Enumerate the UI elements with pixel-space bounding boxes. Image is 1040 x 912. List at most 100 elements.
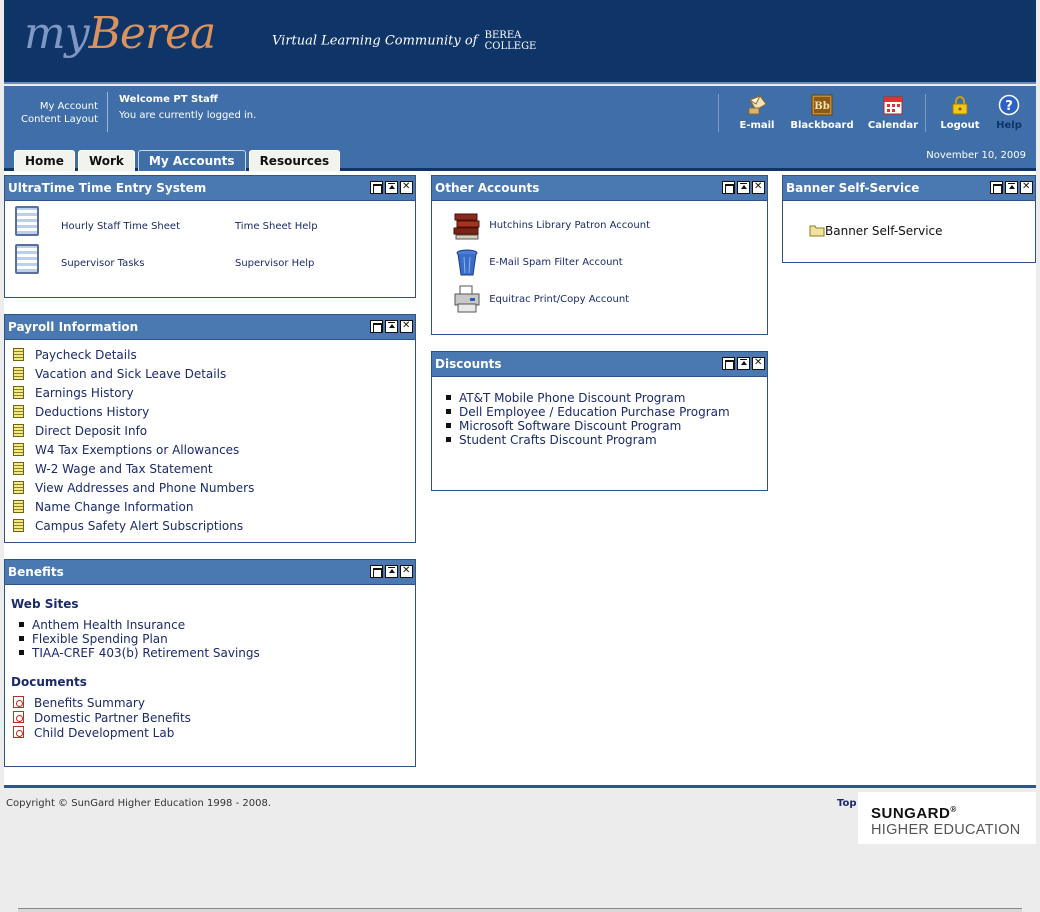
main-content: UltraTime Time Entry System Hourly Staff… [4,171,1036,785]
portlet-title: Discounts [435,357,502,371]
list-item: AT&T Mobile Phone Discount Program [446,391,767,405]
close-icon[interactable] [752,357,765,370]
portlet-controls [368,181,413,195]
payroll-link[interactable]: Paycheck Details [35,348,137,362]
maximize-icon[interactable] [385,320,398,333]
college-logo-line1: BEREA [484,30,522,41]
timesheet-help-link[interactable]: Time Sheet Help [235,221,318,232]
list-item: Equitrac Print/Copy Account [452,284,629,318]
tab-home[interactable]: Home [14,150,75,171]
mybrea-logo[interactable]: myBerea [24,8,217,59]
payroll-link[interactable]: Name Change Information [35,500,193,514]
hourly-timesheet-link[interactable]: Hourly Staff Time Sheet [61,221,180,232]
benefit-website-link[interactable]: Anthem Health Insurance [32,618,185,632]
benefit-document-link[interactable]: Domestic Partner Benefits [34,711,191,725]
footer-divider [4,785,1036,788]
maximize-icon[interactable] [385,565,398,578]
maximize-icon[interactable] [737,357,750,370]
help-link[interactable]: ? Help [993,92,1025,131]
list-item: W-2 Wage and Tax Statement [13,462,415,481]
portlet-title: Payroll Information [8,320,139,334]
list-item: Hutchins Library Patron Account [452,210,650,244]
payroll-link[interactable]: W-2 Wage and Tax Statement [35,462,213,476]
benefit-website-link[interactable]: Flexible Spending Plan [32,632,168,646]
spam-filter-account-link[interactable]: E-Mail Spam Filter Account [489,257,622,268]
list-item: Domestic Partner Benefits [13,711,415,726]
svg-text:Bb: Bb [814,101,829,112]
divider [718,94,719,132]
payroll-link[interactable]: Earnings History [35,386,134,400]
svg-text:?: ? [1005,99,1013,114]
portlet-controls [720,357,765,371]
minimize-icon[interactable] [370,181,383,194]
supervisor-help-link[interactable]: Supervisor Help [235,258,314,269]
library-account-link[interactable]: Hutchins Library Patron Account [489,220,650,231]
payroll-portlet: Payroll Information Paycheck Details Vac… [4,314,416,543]
discount-link[interactable]: Student Crafts Discount Program [459,433,657,447]
discount-link[interactable]: Microsoft Software Discount Program [459,419,681,433]
payroll-link[interactable]: W4 Tax Exemptions or Allowances [35,443,239,457]
payroll-link[interactable]: Campus Safety Alert Subscriptions [35,519,243,533]
back-to-top-link[interactable]: Top [837,798,857,809]
email-link[interactable]: E-mail [737,92,777,131]
pdf-icon [13,711,24,723]
divider [925,94,926,132]
tab-work[interactable]: Work [77,150,135,171]
college-logo-line2: COLLEGE [484,41,537,52]
benefit-document-link[interactable]: Child Development Lab [34,726,174,740]
tab-resources[interactable]: Resources [248,150,341,171]
payroll-link[interactable]: Deductions History [35,405,149,419]
list-item: Anthem Health Insurance [19,618,415,632]
supervisor-tasks-link[interactable]: Supervisor Tasks [61,258,144,269]
current-date: November 10, 2009 [926,150,1026,161]
my-account-link[interactable]: My Account [8,100,98,113]
minimize-icon[interactable] [370,320,383,333]
print-copy-account-link[interactable]: Equitrac Print/Copy Account [489,294,629,305]
close-icon[interactable] [400,320,413,333]
maximize-icon[interactable] [1005,181,1018,194]
portlet-title: UltraTime Time Entry System [8,181,207,195]
portlet-header: UltraTime Time Entry System [5,176,415,201]
horizontal-scrollbar[interactable] [18,908,1022,912]
printer-icon [454,285,480,313]
maximize-icon[interactable] [385,181,398,194]
calendar-label: Calendar [867,120,919,131]
minimize-icon[interactable] [722,357,735,370]
close-icon[interactable] [400,181,413,194]
benefits-portlet: Benefits Web Sites Anthem Health Insuran… [4,559,416,767]
payroll-list: Paycheck Details Vacation and Sick Leave… [5,340,415,538]
tab-my-accounts[interactable]: My Accounts [137,150,246,171]
close-icon[interactable] [400,565,413,578]
logo-berea-text: Berea [88,8,217,59]
list-item: Banner Self-Service [809,224,943,238]
close-icon[interactable] [752,181,765,194]
minimize-icon[interactable] [722,181,735,194]
list-item: Direct Deposit Info [13,424,415,443]
maximize-icon[interactable] [737,181,750,194]
folder-icon [809,225,825,237]
list-item: Benefits Summary [13,696,415,711]
content-layout-link[interactable]: Content Layout [8,113,98,126]
close-icon[interactable] [1020,181,1033,194]
list-item: TIAA-CREF 403(b) Retirement Savings [19,646,415,660]
list-item: Campus Safety Alert Subscriptions [13,519,415,538]
divider [107,92,108,132]
payroll-link[interactable]: Vacation and Sick Leave Details [35,367,226,381]
payroll-link[interactable]: View Addresses and Phone Numbers [35,481,254,495]
payroll-link[interactable]: Direct Deposit Info [35,424,147,438]
toolbar: My Account Content Layout Welcome PT Sta… [4,86,1036,171]
benefit-document-link[interactable]: Benefits Summary [34,696,145,710]
site-header: myBerea Virtual Learning Community of BE… [4,0,1036,84]
list-item: Flexible Spending Plan [19,632,415,646]
blackboard-link[interactable]: Bb Blackboard [788,92,856,131]
discount-link[interactable]: AT&T Mobile Phone Discount Program [459,391,685,405]
calendar-link[interactable]: Calendar [865,92,921,131]
logout-link[interactable]: Logout [937,92,983,131]
benefit-website-link[interactable]: TIAA-CREF 403(b) Retirement Savings [32,646,260,660]
minimize-icon[interactable] [990,181,1003,194]
banner-self-service-link[interactable]: Banner Self-Service [825,224,943,238]
portlet-controls [368,565,413,579]
books-icon [453,213,480,240]
minimize-icon[interactable] [370,565,383,578]
discount-link[interactable]: Dell Employee / Education Purchase Progr… [459,405,730,419]
